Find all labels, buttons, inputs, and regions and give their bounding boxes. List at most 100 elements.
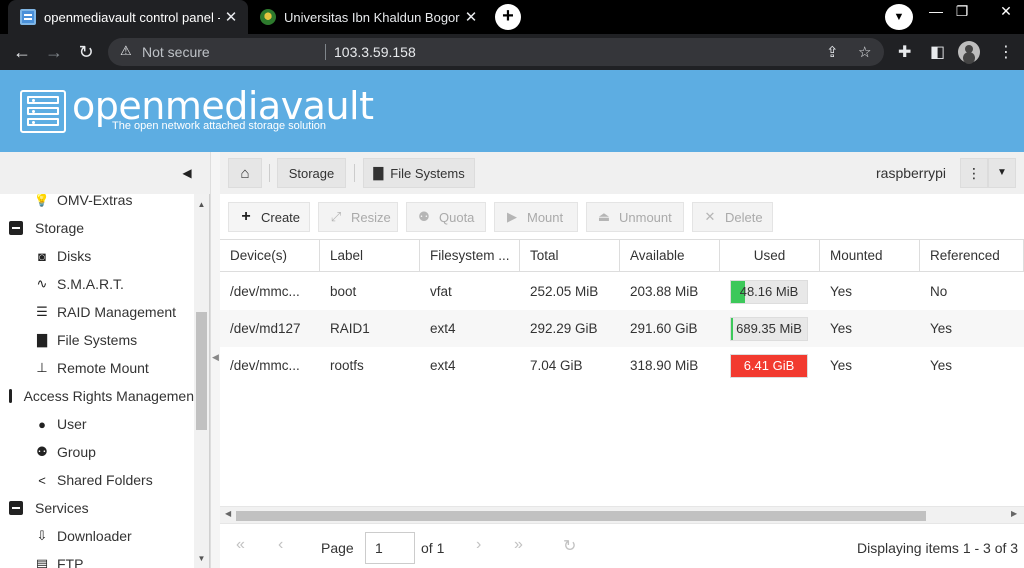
first-page-icon[interactable]: «	[236, 536, 245, 554]
restore-window-icon[interactable]: ❐	[944, 0, 980, 22]
home-button[interactable]: ⌂	[228, 158, 262, 188]
cell-mounted: Yes	[830, 284, 853, 299]
close-tab-icon[interactable]: ✕	[460, 8, 482, 26]
column-header-device[interactable]: Device(s)	[220, 240, 320, 272]
splitter-arrow-icon[interactable]: ◀	[212, 352, 219, 363]
browser-tab-omv[interactable]: openmediavault control panel - r ✕	[8, 0, 248, 34]
sidebar-item-downloader[interactable]: ⇩ Downloader	[0, 522, 194, 550]
next-page-icon[interactable]: ›	[476, 536, 481, 554]
sidebar-group-storage[interactable]: Storage	[0, 214, 194, 242]
collapse-icon[interactable]	[9, 221, 23, 235]
warning-icon[interactable]: ⚠	[120, 43, 132, 59]
table-row[interactable]: /dev/mmc... rootfs ext4 7.04 GiB 318.90 MiB 6…	[220, 347, 1024, 384]
tab-search-button[interactable]: ▼	[885, 4, 913, 30]
sidebar-item-shared-folders[interactable]: < Shared Folders	[0, 466, 194, 494]
sidebar-splitter[interactable]: ◀	[210, 152, 220, 568]
usage-bar: 6.41 GiB	[730, 354, 808, 378]
quota-button[interactable]: ⚉ Quota	[406, 202, 486, 232]
sidebar-item-label: RAID Management	[57, 304, 177, 320]
display-status: Displaying items 1 - 3 of 3	[857, 540, 1019, 556]
sidebar-group-services[interactable]: Services	[0, 494, 194, 522]
scroll-right-icon[interactable]: ▶	[1011, 509, 1017, 518]
network-icon: ⊥	[36, 360, 48, 375]
create-button[interactable]: + Create	[228, 202, 310, 232]
last-page-icon[interactable]: »	[514, 536, 523, 554]
collapse-icon[interactable]	[9, 389, 19, 403]
sidebar-item-label: File Systems	[57, 332, 138, 348]
browser-tab-bar: openmediavault control panel - r ✕ Unive…	[0, 0, 1024, 34]
refresh-icon[interactable]: ↻	[563, 536, 576, 556]
sidebar-scroll-thumb[interactable]	[196, 312, 207, 430]
column-header-available[interactable]: Available	[620, 240, 720, 272]
security-status[interactable]: Not secure	[142, 44, 210, 60]
cell-used: 48.16 MiB	[720, 273, 820, 310]
collapse-icon[interactable]	[9, 501, 23, 515]
sidebar-item-omv-extras[interactable]: 💡 OMV-Extras	[0, 194, 194, 214]
sidebar-group-access-rights[interactable]: Access Rights Managemen	[0, 382, 194, 410]
cell-used: 6.41 GiB	[720, 347, 820, 384]
resize-button[interactable]: ⤢ Resize	[318, 202, 398, 232]
delete-button[interactable]: ✕ Delete	[692, 202, 773, 232]
share-icon[interactable]: ⇪	[826, 43, 839, 61]
close-tab-icon[interactable]: ✕	[220, 8, 242, 26]
unmount-button[interactable]: ⏏ Unmount	[586, 202, 684, 232]
share-icon: <	[38, 472, 46, 488]
reload-icon[interactable]: ↻	[74, 40, 98, 64]
back-icon[interactable]: ←	[10, 40, 34, 64]
sidebar-item-label: Disks	[57, 248, 92, 264]
cell-filesystem: ext4	[430, 358, 456, 373]
cell-label: rootfs	[330, 358, 364, 373]
url-text[interactable]: 103.3.59.158	[334, 44, 416, 60]
more-options-icon[interactable]: ⋮	[960, 158, 988, 188]
extensions-icon[interactable]: ✚	[898, 42, 911, 62]
column-header-label[interactable]: Label	[320, 240, 420, 272]
bookmark-star-icon[interactable]: ☆	[858, 43, 871, 61]
column-header-total[interactable]: Total	[520, 240, 620, 272]
expand-icon: ⤢	[330, 209, 342, 224]
sidebar-item-remote-mount[interactable]: ⊥ Remote Mount	[0, 354, 194, 382]
grid-scroll-thumb[interactable]	[236, 511, 926, 521]
cell-total: 7.04 GiB	[530, 358, 583, 373]
breadcrumb-file-systems[interactable]: ▇ File Systems	[363, 158, 475, 188]
table-row[interactable]: /dev/mmc... boot vfat 252.05 MiB 203.88 MiB 4…	[220, 273, 1024, 310]
cell-referenced: Yes	[930, 321, 953, 336]
column-header-filesystem[interactable]: Filesystem ...	[420, 240, 520, 272]
side-panel-icon[interactable]: ◧	[930, 42, 945, 62]
grid-horizontal-scrollbar[interactable]: ◀ ▶	[220, 506, 1024, 523]
usage-bar-text: 6.41 GiB	[743, 358, 795, 373]
sidebar-item-file-systems[interactable]: ▇ File Systems	[0, 326, 194, 354]
logo-tagline: The open network attached storage soluti…	[112, 120, 327, 132]
column-header-mounted[interactable]: Mounted	[820, 240, 920, 272]
column-header-referenced[interactable]: Referenced	[920, 240, 1024, 272]
browser-tab-uika[interactable]: Universitas Ibn Khaldun Bogor ✕	[250, 0, 488, 34]
uika-favicon-icon	[260, 9, 276, 25]
usage-bar-text: 689.35 MiB	[736, 321, 802, 336]
sidebar-item-smart[interactable]: ∿ S.M.A.R.T.	[0, 270, 194, 298]
navigation-tree: 💡 OMV-Extras Storage ◙ Disks ∿ S.M.A.R.T…	[0, 194, 194, 568]
cell-available: 203.88 MiB	[630, 284, 699, 299]
dropdown-chevron-icon[interactable]: ▼	[988, 158, 1016, 188]
tab-title: Universitas Ibn Khaldun Bogor	[284, 9, 460, 25]
sidebar-item-user[interactable]: ● User	[0, 410, 194, 438]
browser-menu-icon[interactable]: ⋮	[998, 42, 1014, 62]
close-window-icon[interactable]: ✕	[988, 0, 1024, 22]
sidebar-item-raid-management[interactable]: ☰ RAID Management	[0, 298, 194, 326]
forward-icon[interactable]: →	[42, 40, 66, 64]
new-tab-button[interactable]: +	[495, 4, 521, 30]
sidebar-item-disks[interactable]: ◙ Disks	[0, 242, 194, 270]
sidebar-item-ftp[interactable]: ▤ FTP	[0, 550, 194, 568]
mount-button[interactable]: ▶ Mount	[494, 202, 578, 232]
sidebar-item-group[interactable]: ⚉ Group	[0, 438, 194, 466]
column-header-used[interactable]: Used	[720, 240, 820, 272]
address-bar[interactable]: ⚠ Not secure 103.3.59.158 ⇪ ☆	[108, 38, 884, 66]
page-number-input[interactable]	[365, 532, 415, 564]
previous-page-icon[interactable]: ‹	[278, 536, 283, 554]
sidebar-scrollbar[interactable]: ▲ ▼	[194, 194, 209, 568]
breadcrumb-storage[interactable]: Storage	[277, 158, 346, 188]
scroll-up-icon[interactable]: ▲	[197, 200, 206, 209]
collapse-sidebar-icon[interactable]: ◀	[180, 164, 194, 182]
profile-avatar-icon[interactable]	[958, 41, 980, 63]
scroll-down-icon[interactable]: ▼	[197, 554, 206, 563]
scroll-left-icon[interactable]: ◀	[225, 509, 231, 518]
table-row[interactable]: /dev/md127 RAID1 ext4 292.29 GiB 291.60 GiB 6…	[220, 310, 1024, 347]
